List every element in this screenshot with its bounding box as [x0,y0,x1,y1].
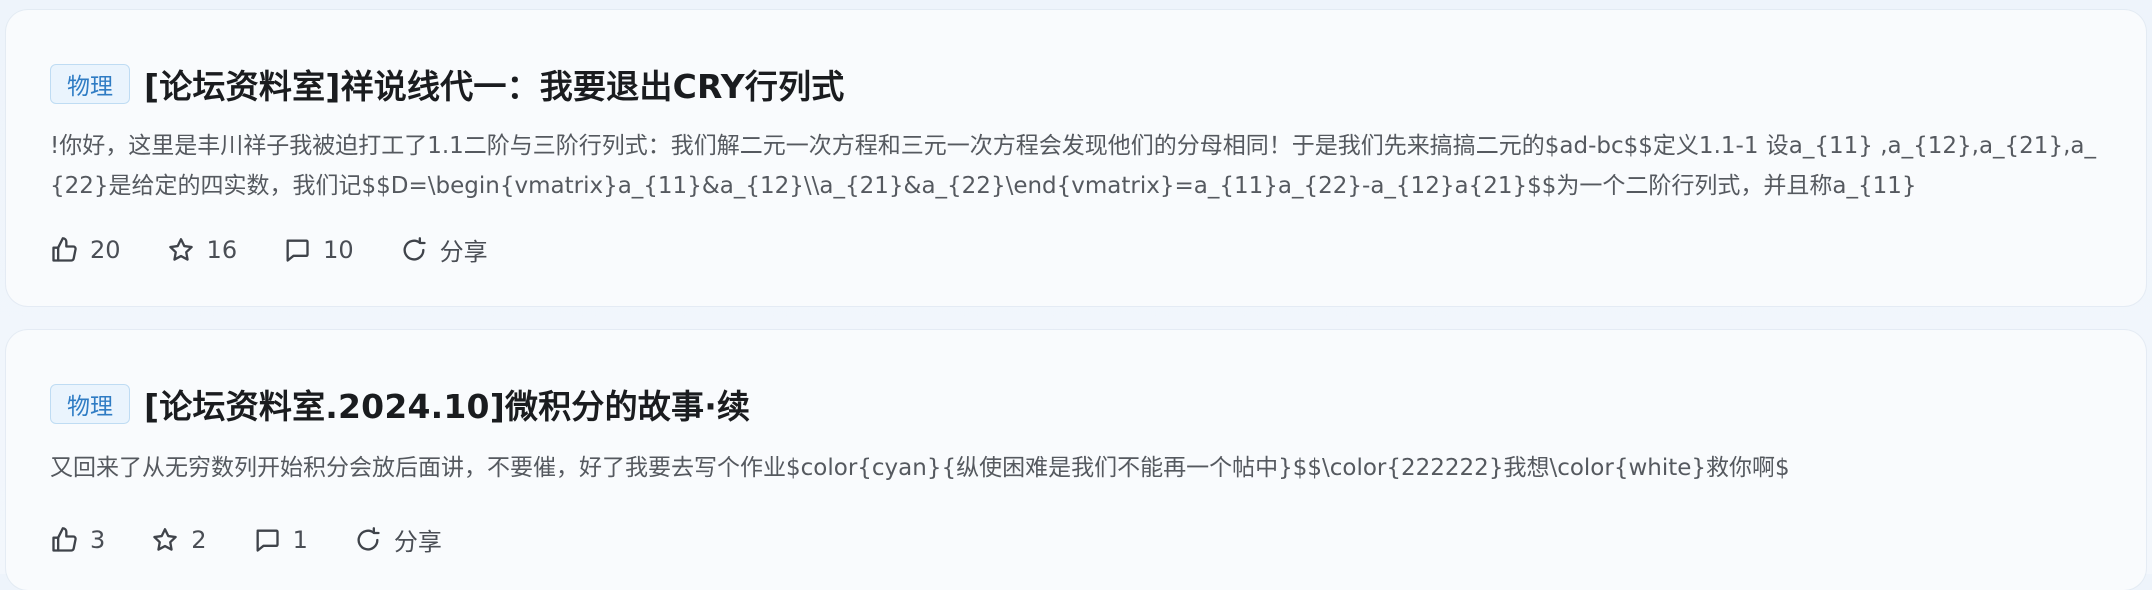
share-button[interactable]: 分享 [400,232,488,267]
thumbs-up-icon [52,236,77,262]
like-count: 20 [90,235,121,264]
post-header: 物理 [论坛资料室]祥说线代一：我要退出CRY行列式 [50,62,2106,106]
category-tag[interactable]: 物理 [50,64,130,104]
comment-count: 10 [323,235,354,264]
like-count: 3 [90,525,106,554]
like-button[interactable]: 20 [50,236,121,264]
post-feed: 物理 [论坛资料室]祥说线代一：我要退出CRY行列式 !你好，这里是丰川祥子我被… [0,0,2152,590]
post-excerpt[interactable]: !你好，这里是丰川祥子我被迫打工了1.1二阶与三阶行列式：我们解二元一次方程和三… [50,126,2100,206]
share-button[interactable]: 分享 [354,522,442,557]
post-card[interactable]: 物理 [论坛资料室]祥说线代一：我要退出CRY行列式 !你好，这里是丰川祥子我被… [6,10,2146,306]
post-header: 物理 [论坛资料室.2024.10]微积分的故事·续 [50,382,2106,426]
favorite-count: 2 [191,525,207,554]
thumbs-up-icon [52,526,77,552]
star-icon [168,237,193,261]
like-button[interactable]: 3 [50,526,105,554]
share-label: 分享 [439,238,488,266]
comment-icon [286,239,309,262]
category-tag[interactable]: 物理 [50,384,130,424]
post-card[interactable]: 物理 [论坛资料室.2024.10]微积分的故事·续 又回来了从无穷数列开始积分… [6,330,2146,590]
comment-button[interactable]: 1 [253,526,308,554]
star-icon [153,527,178,551]
comment-icon [256,529,279,552]
favorite-button[interactable]: 16 [167,235,238,264]
comment-count: 1 [292,525,308,554]
share-icon [357,526,380,551]
post-excerpt[interactable]: 又回来了从无穷数列开始积分会放后面讲，不要催，好了我要去写个作业$color{c… [50,448,2100,488]
post-actions: 20 16 10 分享 [50,232,2106,267]
share-label: 分享 [393,528,442,556]
post-title[interactable]: [论坛资料室.2024.10]微积分的故事·续 [144,380,750,428]
post-title[interactable]: [论坛资料室]祥说线代一：我要退出CRY行列式 [144,60,844,108]
comment-button[interactable]: 10 [283,236,354,264]
share-icon [403,236,426,261]
favorite-count: 16 [206,235,238,264]
favorite-button[interactable]: 2 [151,525,207,554]
post-actions: 3 2 1 分享 [50,522,2106,557]
